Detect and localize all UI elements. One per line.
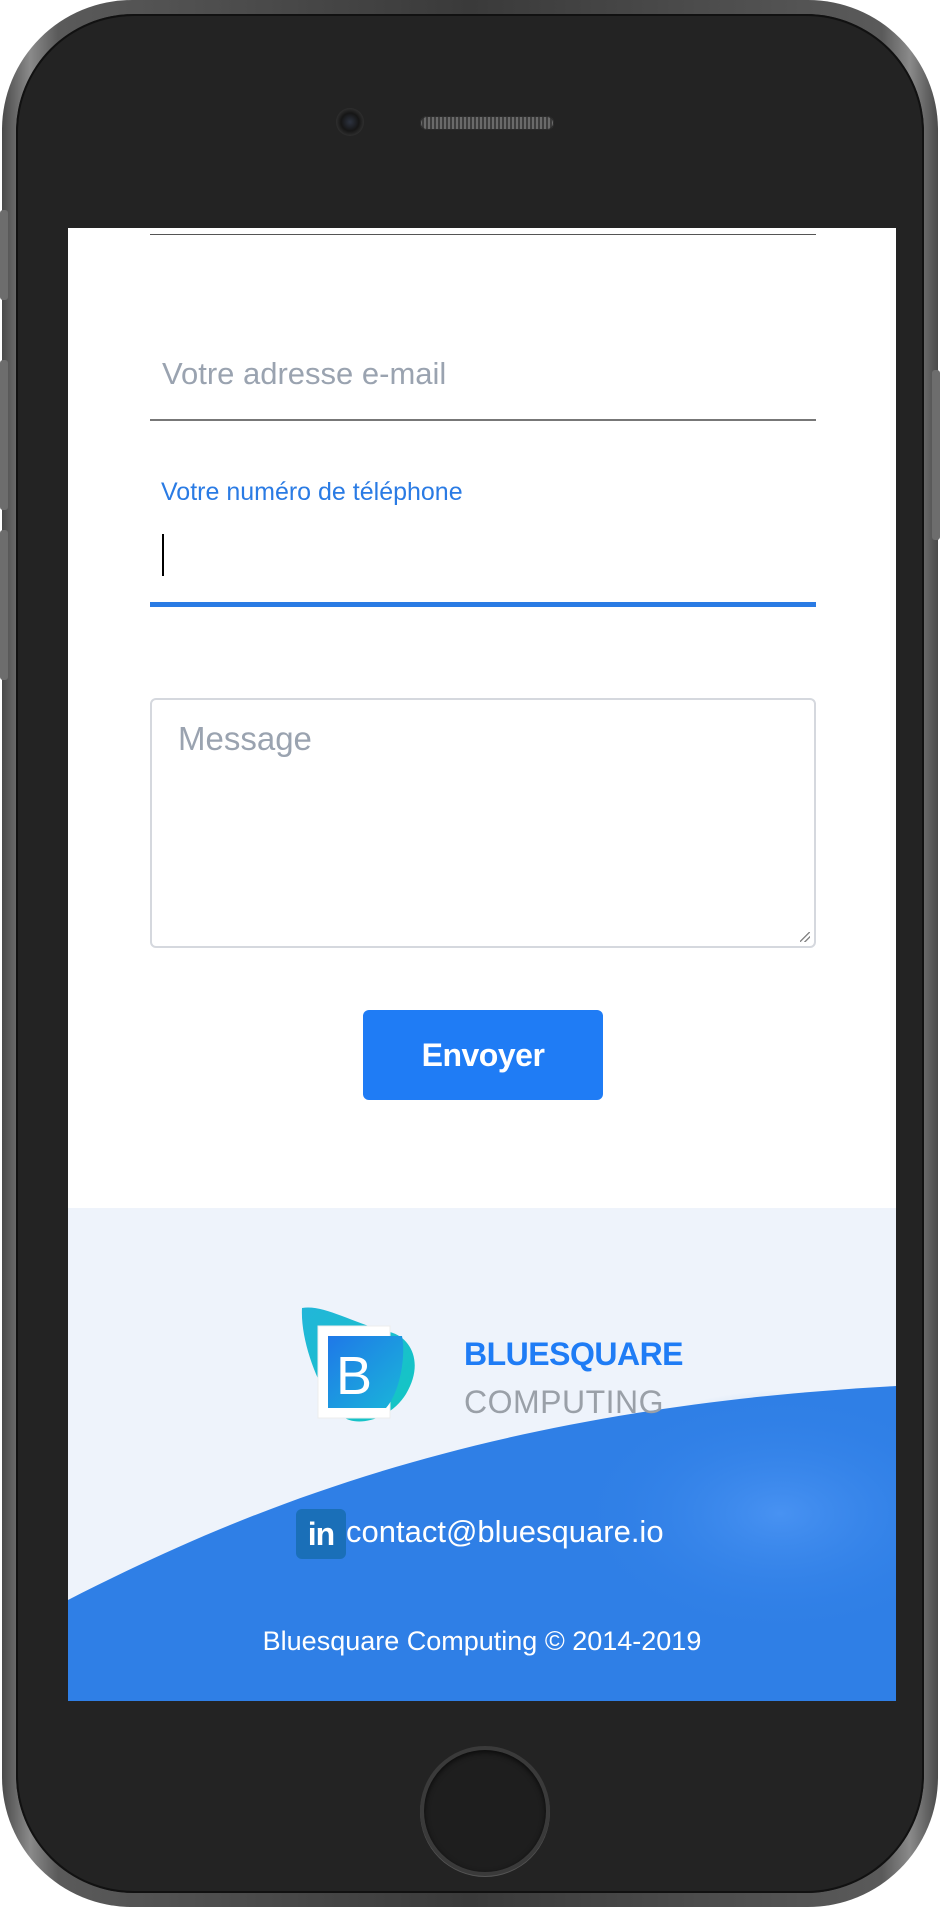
phone-bezel: Votre numéro de téléphone Message Envoye… <box>16 14 924 1893</box>
message-textarea[interactable]: Message <box>150 698 816 948</box>
brand-subtitle: COMPUTING <box>464 1384 665 1420</box>
text-caret <box>162 534 164 576</box>
email-field[interactable] <box>150 338 816 410</box>
send-button[interactable]: Envoyer <box>363 1010 603 1100</box>
home-button[interactable] <box>420 1746 550 1876</box>
phone-field[interactable] <box>150 526 816 590</box>
speaker-grille <box>420 116 554 130</box>
linkedin-icon[interactable]: in <box>296 1509 346 1559</box>
email-input[interactable] <box>150 338 816 410</box>
bluesquare-logo-icon: B <box>301 1307 415 1422</box>
contact-email-link[interactable]: contact@bluesquare.io <box>346 1514 664 1550</box>
previous-field-underline <box>150 234 816 235</box>
brand-name: BLUESQUARE <box>464 1336 684 1372</box>
resize-grip-icon[interactable] <box>800 932 810 942</box>
volume-down-button <box>0 530 8 680</box>
copyright-text: Bluesquare Computing © 2014-2019 <box>262 1626 702 1656</box>
phone-label: Votre numéro de téléphone <box>161 478 463 506</box>
power-button <box>932 370 940 540</box>
email-underline <box>150 419 816 421</box>
footer: B BLUESQUARE COMPUTING in contact@bluesq… <box>68 1208 896 1701</box>
camera-icon <box>336 108 364 136</box>
logo-letter: B <box>336 1346 372 1406</box>
mute-switch <box>0 210 8 300</box>
phone-underline-focused <box>150 602 816 607</box>
screen: Votre numéro de téléphone Message Envoye… <box>68 228 896 1701</box>
message-placeholder: Message <box>178 720 312 757</box>
phone-frame: Votre numéro de téléphone Message Envoye… <box>0 0 940 1907</box>
volume-up-button <box>0 360 8 510</box>
